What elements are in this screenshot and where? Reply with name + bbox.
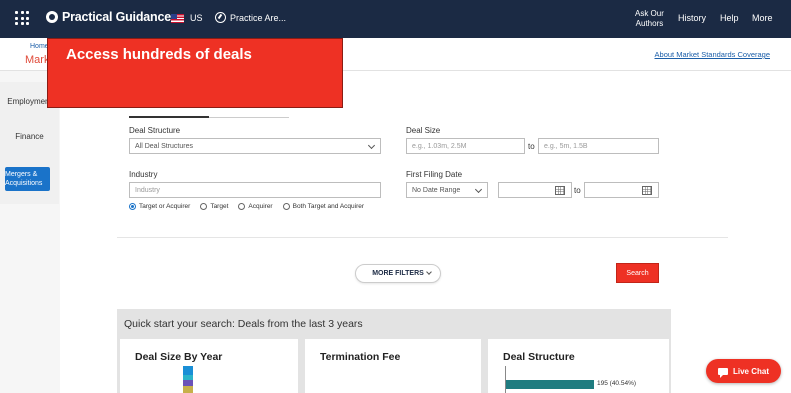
breadcrumb-home[interactable]: Home: [30, 43, 49, 50]
card-title: Deal Structure: [503, 351, 575, 363]
deal-structure-value: All Deal Structures: [135, 143, 193, 150]
start-date-input[interactable]: [498, 182, 572, 198]
industry-input[interactable]: Industry: [129, 182, 381, 198]
radio-dot: [282, 203, 290, 210]
filing-date-label: First Filing Date: [406, 170, 463, 179]
country-label: US: [190, 13, 203, 23]
stacked-bar: [183, 366, 193, 393]
compass-icon: [215, 12, 226, 23]
app-grid-icon[interactable]: [15, 11, 29, 25]
radio-label: Target: [210, 203, 229, 210]
banner-text: Access hundreds of deals: [66, 46, 252, 63]
more-menu[interactable]: More: [752, 13, 773, 23]
ask-line-1: Ask Our: [635, 9, 664, 18]
history-link[interactable]: History: [678, 13, 706, 23]
card-title: Termination Fee: [320, 351, 401, 363]
more-filters-button[interactable]: MORE FILTERS: [355, 264, 441, 283]
card-termination-fee[interactable]: Termination Fee: [305, 339, 481, 393]
calendar-icon[interactable]: [555, 186, 565, 195]
live-chat-label: Live Chat: [732, 366, 769, 376]
quick-start-section: Quick start your search: Deals from the …: [117, 309, 671, 393]
card-title: Deal Size By Year: [135, 351, 223, 363]
sidebar-item-mergers-acquisitions[interactable]: Mergers & Acquisitions: [5, 167, 50, 191]
radio-dot: [200, 203, 208, 210]
page-title: Mark: [25, 54, 50, 66]
deal-size-min-input[interactable]: e.g., 1.03m, 2.5M: [406, 138, 525, 154]
practice-area-label: Practice Are...: [230, 12, 287, 23]
radio-target[interactable]: Target: [200, 203, 228, 210]
card-deal-size-by-year[interactable]: Deal Size By Year: [120, 339, 298, 393]
ask-our-authors-link[interactable]: Ask Our Authors: [635, 9, 664, 29]
country-selector[interactable]: US: [171, 13, 203, 23]
active-line-1: Mergers &: [5, 171, 38, 178]
promo-banner: Access hundreds of deals: [47, 38, 343, 108]
chevron-down-icon: [367, 141, 376, 150]
date-to: to: [574, 186, 581, 195]
party-radio-group: Target or Acquirer Target Acquirer Both …: [129, 203, 364, 210]
radio-acquirer[interactable]: Acquirer: [238, 203, 273, 210]
date-range-select[interactable]: No Date Range: [406, 182, 488, 198]
end-date-input[interactable]: [584, 182, 659, 198]
chat-icon: [717, 367, 728, 378]
bar-segment: [183, 366, 193, 375]
deal-size-label: Deal Size: [406, 126, 441, 135]
bar-segment: [183, 386, 193, 393]
radio-both[interactable]: Both Target and Acquirer: [282, 203, 365, 210]
radio-label: Target or Acquirer: [139, 203, 191, 210]
deal-structure-label: Deal Structure: [129, 126, 181, 135]
radio-label: Both Target and Acquirer: [292, 203, 365, 210]
active-line-2: Acquisitions: [5, 180, 43, 187]
deal-structure-select[interactable]: All Deal Structures: [129, 138, 381, 154]
date-range-value: No Date Range: [412, 187, 461, 194]
ask-line-2: Authors: [635, 19, 664, 28]
sidebar-item-finance[interactable]: Finance: [0, 132, 59, 141]
us-flag-icon: [171, 13, 184, 23]
brand-name: Practical Guidance: [62, 10, 171, 24]
search-button[interactable]: Search: [616, 263, 659, 283]
deal-size-max-input[interactable]: e.g., 5m, 1.5B: [538, 138, 659, 154]
live-chat-button[interactable]: Live Chat: [706, 359, 781, 383]
form-divider: [117, 237, 728, 238]
radio-target-or-acquirer[interactable]: Target or Acquirer: [129, 203, 190, 210]
practice-area-selector[interactable]: Practice Are...: [215, 12, 286, 23]
deal-structure-bar-label: 195 (40.54%): [597, 380, 637, 387]
deal-structure-bar: [506, 380, 594, 389]
more-filters-label: MORE FILTERS: [372, 270, 424, 277]
industry-label: Industry: [129, 170, 158, 179]
card-deal-structure[interactable]: Deal Structure 195 (40.54%): [488, 339, 669, 393]
radio-label: Acquirer: [248, 203, 273, 210]
help-link[interactable]: Help: [720, 13, 739, 23]
calendar-icon[interactable]: [642, 186, 652, 195]
chevron-down-icon: [474, 185, 483, 194]
radio-dot: [238, 203, 246, 210]
chevron-down-icon: [426, 269, 432, 275]
coverage-link[interactable]: About Market Standards Coverage: [655, 50, 770, 59]
radio-dot: [129, 203, 136, 210]
brand-logo[interactable]: Practical Guidance: [46, 10, 171, 24]
deal-size-to: to: [528, 142, 535, 151]
quick-start-title: Quick start your search: Deals from the …: [124, 318, 363, 330]
top-nav: Practical Guidance US Practice Are... As…: [0, 0, 791, 38]
practical-guidance-logo-icon: [46, 11, 58, 23]
